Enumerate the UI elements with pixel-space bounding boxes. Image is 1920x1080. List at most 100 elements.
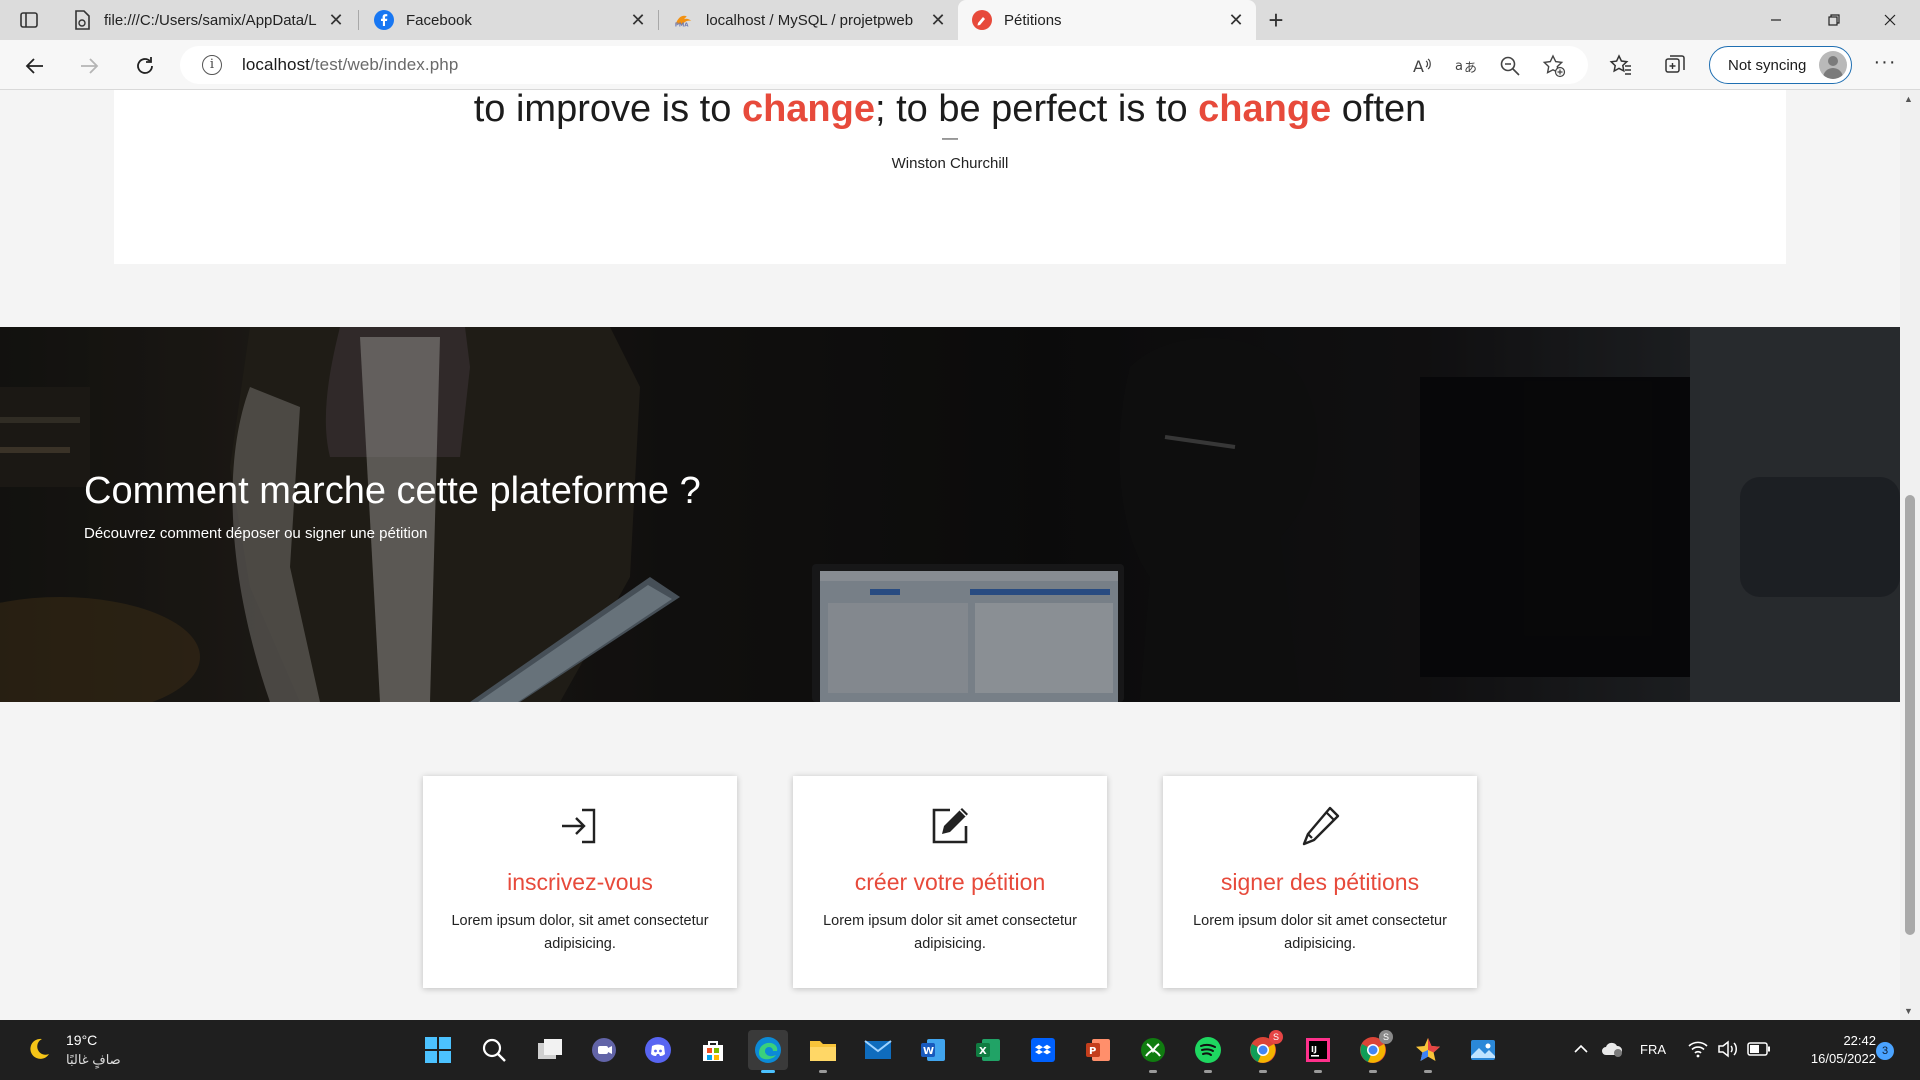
weather-temperature[interactable]: 19°C [66, 1032, 97, 1048]
scroll-up-arrow-icon[interactable]: ▲ [1904, 94, 1913, 104]
tab-phpmyadmin[interactable]: PMA localhost / MySQL / projetpweb ✕ [660, 0, 958, 40]
clock-time: 22:42 [1843, 1033, 1876, 1048]
file-explorer-icon[interactable] [803, 1030, 843, 1073]
search-icon[interactable] [474, 1030, 514, 1070]
card-title: créer votre pétition [854, 869, 1046, 895]
word-icon[interactable]: W [913, 1030, 953, 1070]
spotify-icon[interactable] [1188, 1030, 1228, 1073]
back-icon[interactable] [18, 49, 52, 83]
close-tab-icon[interactable]: ✕ [624, 6, 652, 34]
tab-facebook[interactable]: Facebook ✕ [360, 0, 658, 40]
start-icon[interactable] [418, 1030, 458, 1070]
svg-text:あ: あ [1464, 61, 1477, 76]
add-favorite-icon[interactable] [1540, 52, 1568, 80]
page-viewport: to improve is to change; to be perfect i… [0, 90, 1900, 1020]
tab-file[interactable]: file:///C:/Users/samix/AppData/L ✕ [58, 0, 356, 40]
app-badge: S [1379, 1030, 1393, 1044]
onedrive-icon[interactable] [1598, 1036, 1626, 1062]
tab-separator [658, 10, 659, 30]
intellij-icon[interactable]: IJ [1298, 1030, 1338, 1073]
volume-icon[interactable] [1716, 1036, 1740, 1062]
new-tab-button[interactable]: + [1260, 6, 1292, 34]
favorites-icon[interactable] [1604, 48, 1638, 82]
chrome-profile-icon[interactable]: S [1353, 1030, 1393, 1073]
svg-text:A: A [1413, 57, 1424, 76]
powerpoint-icon[interactable]: P [1078, 1030, 1118, 1070]
running-indicator [819, 1070, 827, 1073]
url-bar[interactable]: i localhost/test/web/index.php A aあ [180, 46, 1588, 84]
site-info-icon[interactable]: i [202, 55, 222, 75]
card-create-petition[interactable]: créer votre pétition Lorem ipsum dolor s… [793, 776, 1107, 988]
facebook-icon [374, 10, 394, 30]
battery-icon[interactable] [1746, 1036, 1772, 1062]
profile-label: Not syncing [1728, 56, 1807, 74]
card-title: signer des pétitions [1220, 869, 1420, 895]
mail-icon[interactable] [858, 1030, 898, 1070]
quote-dash: — [942, 130, 958, 147]
zoom-out-icon[interactable] [1496, 52, 1524, 80]
url-text[interactable]: localhost/test/web/index.php [242, 55, 458, 75]
collections-icon[interactable] [1658, 48, 1692, 82]
excel-icon[interactable]: X [968, 1030, 1008, 1070]
task-view-icon[interactable] [530, 1030, 570, 1070]
photos-icon[interactable] [1463, 1030, 1503, 1070]
teams-chat-icon[interactable] [584, 1030, 624, 1070]
active-indicator [761, 1070, 775, 1073]
edit-icon [928, 804, 972, 848]
forward-icon[interactable] [72, 49, 106, 83]
tab-title: Facebook [406, 11, 472, 29]
wifi-icon[interactable] [1686, 1036, 1710, 1062]
svg-text:PMA: PMA [675, 22, 689, 28]
taskbar: 19°C صافٍ غالبًا W X P S IJ S FRA 22:42 … [0, 1020, 1920, 1080]
sign-in-icon [558, 804, 602, 848]
running-indicator [1314, 1070, 1322, 1073]
language-indicator[interactable]: FRA [1636, 1036, 1670, 1062]
close-window-icon[interactable] [1862, 0, 1918, 40]
close-tab-icon[interactable]: ✕ [322, 6, 350, 34]
translate-icon[interactable]: aあ [1452, 52, 1480, 80]
close-tab-icon[interactable]: ✕ [1222, 6, 1250, 34]
quote-card: to improve is to change; to be perfect i… [114, 90, 1786, 264]
scroll-down-arrow-icon[interactable]: ▼ [1904, 1006, 1913, 1016]
svg-text:IJ: IJ [1311, 1045, 1317, 1054]
clock[interactable]: 22:42 16/05/2022 [1782, 1032, 1876, 1068]
xbox-icon[interactable] [1133, 1030, 1173, 1073]
notification-count-badge[interactable]: 3 [1876, 1042, 1894, 1060]
card-signup[interactable]: inscrivez-vous Lorem ipsum dolor, sit am… [423, 776, 737, 988]
restore-icon[interactable] [1806, 0, 1862, 40]
scrollbar-thumb[interactable] [1905, 495, 1915, 935]
tab-title: Pétitions [1004, 11, 1062, 29]
tab-title: file:///C:/Users/samix/AppData/L [104, 11, 317, 29]
page-scrollbar[interactable]: ▲ ▼ [1900, 90, 1920, 1020]
tab-title: localhost / MySQL / projetpweb [706, 11, 914, 29]
store-icon[interactable] [693, 1030, 733, 1070]
read-aloud-icon[interactable]: A [1408, 52, 1436, 80]
tab-petitions[interactable]: Pétitions ✕ [958, 0, 1256, 40]
chrome-icon[interactable]: S [1243, 1030, 1283, 1073]
svg-text:W: W [923, 1046, 934, 1057]
more-menu-icon[interactable]: ··· [1868, 48, 1902, 82]
card-sign-petitions[interactable]: signer des pétitions Lorem ipsum dolor s… [1163, 776, 1477, 988]
refresh-icon[interactable] [128, 49, 162, 83]
discord-icon[interactable] [638, 1030, 678, 1070]
weather-description[interactable]: صافٍ غالبًا [66, 1052, 121, 1068]
dropbox-icon[interactable] [1023, 1030, 1063, 1070]
tab-separator [358, 10, 359, 30]
weather-moon-icon[interactable] [26, 1036, 52, 1062]
profile-button[interactable]: Not syncing [1709, 46, 1852, 84]
edge-icon[interactable] [748, 1030, 788, 1073]
phpmyadmin-icon: PMA [674, 10, 694, 30]
url-host: localhost [242, 55, 310, 74]
star-app-icon[interactable] [1408, 1030, 1448, 1073]
clock-date: 16/05/2022 [1810, 1051, 1876, 1066]
hero-banner: Comment marche cette plateforme ? Découv… [0, 327, 1900, 702]
hero-overlay [0, 327, 1900, 702]
quote-highlight: change [1198, 90, 1332, 130]
tab-actions-icon[interactable] [18, 9, 40, 31]
svg-text:a: a [1455, 59, 1463, 74]
show-hidden-icons-chevron-icon[interactable] [1570, 1036, 1592, 1062]
quote-part: to improve is to [473, 90, 742, 130]
close-tab-icon[interactable]: ✕ [924, 6, 952, 34]
minimize-icon[interactable] [1748, 0, 1804, 40]
running-indicator [1369, 1070, 1377, 1073]
